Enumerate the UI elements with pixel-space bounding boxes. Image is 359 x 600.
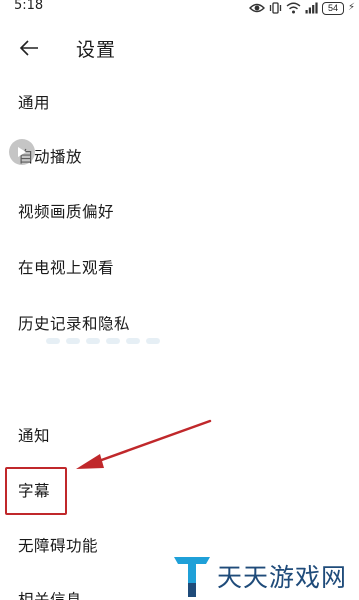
menu-item-notifications[interactable]: 通知	[18, 424, 50, 446]
status-time: 5:18	[14, 0, 44, 13]
menu-item-accessibility[interactable]: 无障碍功能	[18, 534, 98, 556]
settings-screen: 5:18 54 ⚡ 设置 通用 自动播放 视频画质偏好 在电视上观看 历史记录和…	[0, 0, 359, 600]
status-icons: 54 ⚡	[248, 0, 355, 16]
app-header: 设置	[0, 30, 359, 66]
brand-logo-icon	[174, 557, 210, 597]
menu-item-watch-on-tv[interactable]: 在电视上观看	[18, 256, 114, 278]
vibrate-icon	[269, 2, 282, 14]
wifi-icon	[286, 2, 301, 14]
menu-item-history-privacy[interactable]: 历史记录和隐私	[18, 312, 130, 334]
brand-name: 天天游戏网	[217, 563, 348, 592]
eye-icon	[248, 3, 265, 13]
page-title: 设置	[76, 39, 117, 61]
status-bar: 5:18 54 ⚡	[0, 0, 359, 18]
charging-icon: ⚡	[347, 2, 355, 13]
signal-icon	[305, 2, 318, 14]
battery-icon: 54	[321, 1, 344, 15]
brand-watermark: 天天游戏网	[172, 553, 359, 600]
floating-play-bubble[interactable]	[9, 139, 35, 165]
faint-watermark	[46, 338, 186, 346]
back-button[interactable]	[14, 34, 44, 62]
play-icon	[18, 147, 26, 157]
annotation-highlight-box	[5, 467, 67, 515]
menu-item-video-quality[interactable]: 视频画质偏好	[18, 200, 114, 222]
menu-item-general[interactable]: 通用	[18, 91, 50, 113]
arrow-left-icon	[19, 40, 38, 56]
menu-item-about[interactable]: 相关信息	[18, 588, 82, 600]
